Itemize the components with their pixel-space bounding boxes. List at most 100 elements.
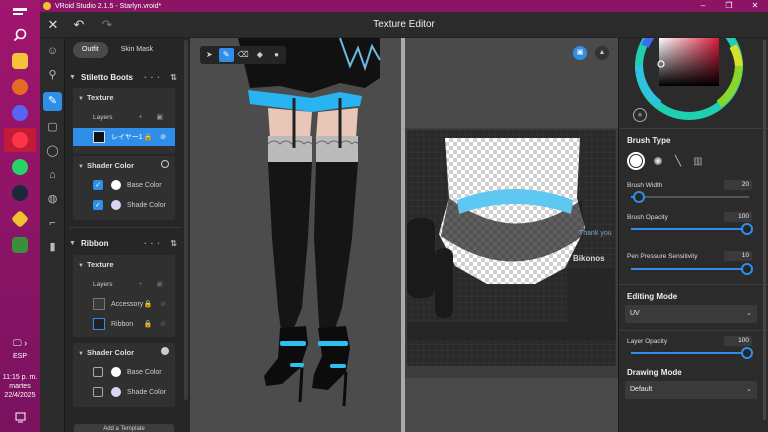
layers-header: Layers + ▣ [73, 108, 175, 126]
brush-tool-bar: ➤ ✎ ⌫ ◆ ● [200, 46, 286, 64]
clock-time[interactable]: 11:15 p. m. [0, 373, 40, 382]
discord-icon[interactable] [8, 102, 32, 124]
maximize-button[interactable]: ❐ [716, 0, 742, 12]
brush-texture-icon[interactable]: ▥ [689, 152, 707, 170]
rail-accessory-icon[interactable]: ⌂ [43, 166, 62, 185]
shade-color-swatch[interactable] [111, 387, 121, 397]
layer-row[interactable]: Ribbon 🔒 ⊘ [73, 315, 175, 333]
rail-misc-icon[interactable]: ▮ [43, 238, 62, 257]
uv-view-toggle-icon[interactable]: ▣ [573, 46, 587, 60]
layer-opacity-slider[interactable] [631, 347, 753, 359]
brush-opacity-value[interactable]: 100 [724, 212, 752, 222]
shader-color-card: ▼ Shader Color ✓ Base Color ✓ Shade Color [73, 156, 175, 220]
shade-color-row[interactable]: Shade Color [73, 383, 175, 401]
reset-color-icon[interactable] [161, 347, 169, 355]
brush-width-value[interactable]: 20 [724, 180, 752, 190]
shade-color-row[interactable]: ✓ Shade Color [73, 196, 175, 214]
add-template-button[interactable]: Add a Template [74, 424, 174, 432]
vroid-icon[interactable] [8, 208, 32, 230]
base-color-checkbox[interactable]: ✓ [93, 180, 103, 190]
group-title: Ribbon [81, 238, 109, 248]
eyedropper-tool-icon[interactable]: ● [269, 48, 284, 62]
brush-opacity-slider[interactable] [631, 223, 753, 235]
clock-date: 22/4/2025 [4, 392, 36, 399]
group-options-icon[interactable]: ··· ⇅ [144, 239, 181, 248]
shade-color-swatch[interactable] [111, 200, 121, 210]
close-window-button[interactable]: ✕ [742, 0, 768, 12]
group-header-ribbon[interactable]: ▼ Ribbon ··· ⇅ [69, 234, 181, 252]
shade-color-checkbox[interactable] [93, 387, 103, 397]
drawing-mode-select[interactable]: Default ⌄ [625, 381, 757, 399]
base-color-swatch[interactable] [111, 367, 121, 377]
add-layer-icon[interactable]: + ▣ [138, 280, 169, 288]
layer-lock-icon[interactable]: 🔒 ⊘ [143, 133, 169, 141]
pen-tool-icon[interactable]: ✎ [218, 48, 234, 62]
rail-body-icon[interactable]: ◯ [43, 142, 62, 161]
collapse-caret-icon[interactable]: ▼ [69, 240, 81, 247]
rail-face-icon[interactable]: ☺ [43, 42, 62, 61]
layer-thumbnail [93, 298, 105, 310]
base-color-row[interactable]: Base Color [73, 363, 175, 381]
layer-opacity-value[interactable]: 100 [724, 336, 752, 346]
eraser-tool-icon[interactable]: ⌫ [236, 48, 251, 62]
group-title: Stiletto Boots [81, 72, 133, 82]
uv-signature-text: Bikonos [573, 254, 605, 263]
shade-color-checkbox[interactable]: ✓ [93, 200, 103, 210]
base-color-swatch[interactable] [111, 180, 121, 190]
pen-pressure-slider[interactable] [631, 263, 753, 275]
tab-skin-mask[interactable]: Skin Mask [112, 42, 162, 58]
collapse-caret-icon[interactable]: ▼ [78, 351, 84, 357]
collapse-caret-icon[interactable]: ▼ [69, 74, 81, 81]
uv-viewport[interactable]: Thank you Bikonos ▣ ▲ [405, 38, 618, 432]
brush-hard-icon[interactable] [627, 152, 645, 170]
add-swatch-button[interactable]: + [633, 108, 647, 122]
layer-thumbnail [93, 131, 105, 143]
brush-soft-icon[interactable] [649, 152, 667, 170]
rail-brush-icon[interactable]: ✎ [43, 92, 62, 111]
editing-mode-select[interactable]: UV ⌄ [625, 305, 757, 323]
layer-lock-icon[interactable]: 🔒 ⊘ [143, 300, 169, 308]
rail-outfit-icon[interactable]: ▢ [43, 118, 62, 137]
base-color-row[interactable]: ✓ Base Color [73, 176, 175, 194]
reset-color-icon[interactable] [161, 160, 169, 168]
left-panel-scrollbar[interactable] [184, 40, 188, 400]
file-explorer-icon[interactable] [8, 50, 32, 72]
collapse-caret-icon[interactable]: ▼ [78, 96, 84, 102]
group-options-icon[interactable]: ··· ⇅ [144, 73, 181, 82]
app-icon[interactable] [8, 234, 32, 256]
rail-look-icon[interactable]: ◍ [43, 190, 62, 209]
model-viewport[interactable]: ➤ ✎ ⌫ ◆ ● [190, 38, 401, 432]
minimize-button[interactable]: – [690, 0, 716, 12]
layer-row[interactable]: Accessory 🔒 ⊘ [73, 295, 175, 313]
collapse-caret-icon[interactable]: ▼ [78, 263, 84, 269]
brush-line-icon[interactable]: ╲ [669, 152, 687, 170]
mirror-toggle-icon[interactable]: ▲ [595, 46, 609, 60]
add-layer-icon[interactable]: + ▣ [138, 113, 169, 121]
steam-icon[interactable] [8, 182, 32, 204]
notifications-icon[interactable] [8, 406, 32, 428]
firefox-icon[interactable] [8, 76, 32, 98]
tab-outfit[interactable]: Outfit [73, 42, 108, 58]
fill-tool-icon[interactable]: ◆ [252, 48, 267, 62]
layer-row[interactable]: レイヤー1 🔒 ⊘ [73, 128, 175, 146]
base-color-checkbox[interactable] [93, 367, 103, 377]
category-rail: ☺ ⚲ ✎ ▢ ◯ ⌂ ◍ ⌐ ▮ [40, 38, 65, 432]
network-icon[interactable]: 🖵 › [8, 332, 32, 354]
pen-pressure-value[interactable]: 10 [724, 251, 752, 261]
language-indicator[interactable]: ESP [0, 352, 40, 361]
group-header-stiletto-boots[interactable]: ▼ Stiletto Boots ··· ⇅ [69, 68, 181, 86]
select-tool-icon[interactable]: ➤ [202, 48, 217, 62]
layer-lock-icon[interactable]: 🔒 ⊘ [143, 320, 169, 328]
rail-hair-icon[interactable]: ⚲ [43, 66, 62, 85]
uv-thank-you-text: Thank you [579, 230, 612, 237]
rail-pose-icon[interactable]: ⌐ [43, 214, 62, 233]
whatsapp-icon[interactable] [8, 156, 32, 178]
shader-color-card: ▼ Shader Color Base Color Shade Color [73, 343, 175, 407]
layer-name: Accessory [111, 300, 144, 308]
opera-icon[interactable] [4, 128, 36, 152]
right-panel-scrollbar[interactable] [763, 40, 766, 420]
collapse-caret-icon[interactable]: ▼ [78, 164, 84, 170]
brush-width-slider[interactable] [631, 191, 749, 203]
search-icon[interactable] [8, 24, 32, 46]
start-menu-icon[interactable] [8, 2, 32, 24]
